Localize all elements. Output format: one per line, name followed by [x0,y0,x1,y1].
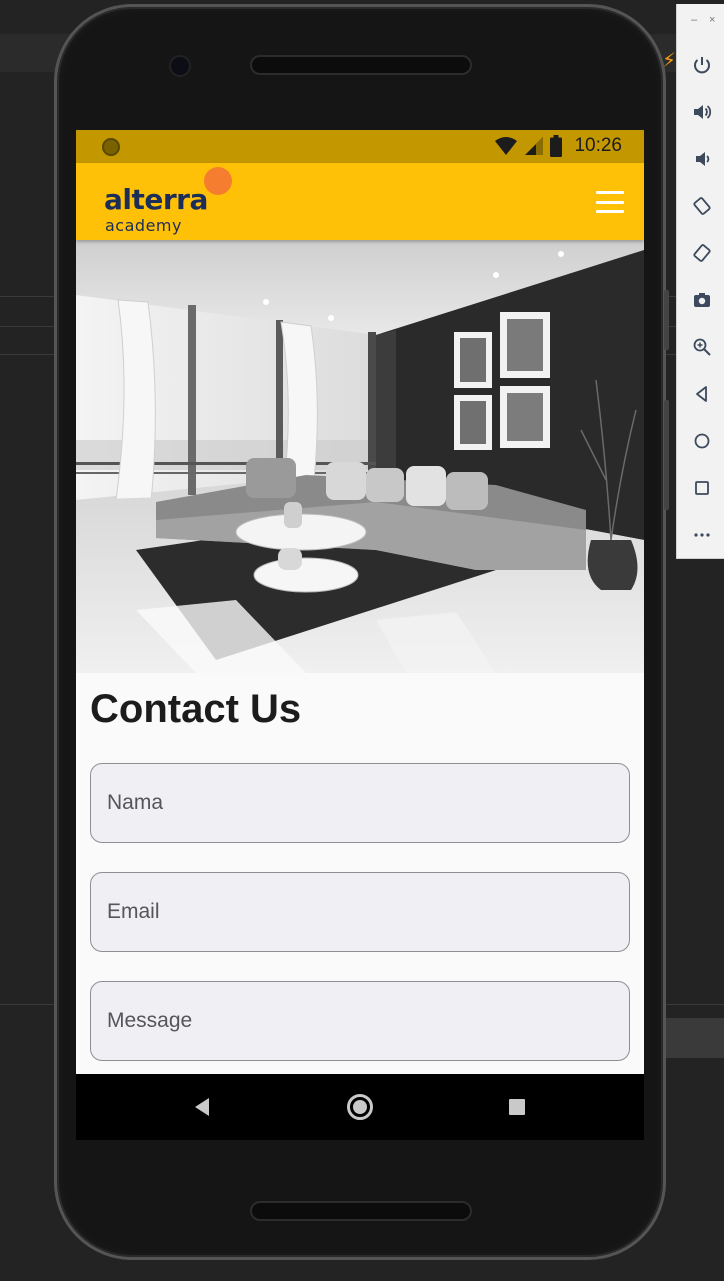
page-title: Contact Us [90,687,302,731]
notification-icon [102,138,120,156]
overview-icon[interactable] [691,477,713,499]
power-icon[interactable] [691,54,713,76]
clock: 10:26 [574,135,622,156]
volume-up-icon[interactable] [691,101,713,123]
home-icon[interactable] [691,430,713,452]
app-bar: alterra academy [76,163,644,240]
more-icon[interactable] [691,524,713,546]
back-icon[interactable] [691,383,713,405]
phone-side-button [664,290,669,350]
message-field[interactable] [90,981,630,1061]
minimize-button[interactable]: – [691,14,697,26]
rotate-left-icon[interactable] [691,195,713,217]
logo-main-text: alterra [104,183,208,216]
rotate-right-icon[interactable] [691,242,713,264]
alterra-logo[interactable]: alterra academy [104,167,244,238]
wifi-icon [495,137,518,155]
phone-screen: 10:26 alterra academy Contact Us Nama Em… [76,130,644,1140]
cell-signal-icon [525,137,544,155]
hero-image [76,240,644,673]
recents-icon[interactable] [509,1099,525,1115]
logo-sub-text: academy [105,216,182,235]
name-field[interactable] [90,763,630,843]
top-speaker [250,55,472,75]
zoom-icon[interactable] [691,336,713,358]
system-nav-bar [76,1074,644,1140]
front-camera [169,55,191,77]
home-icon[interactable] [347,1094,373,1120]
phone-side-button [664,400,669,510]
logo-dot [204,167,232,195]
hamburger-menu-icon[interactable] [596,191,624,213]
emulator-side-toolbar: – × [676,4,724,559]
status-bar: 10:26 [76,130,644,163]
camera-icon[interactable] [691,289,713,311]
email-field[interactable] [90,872,630,952]
volume-down-icon[interactable] [691,148,713,170]
battery-icon [550,135,563,157]
close-button[interactable]: × [709,14,715,26]
back-icon[interactable] [195,1098,209,1116]
bottom-speaker [250,1201,472,1221]
status-icons: 10:26 [494,135,622,157]
